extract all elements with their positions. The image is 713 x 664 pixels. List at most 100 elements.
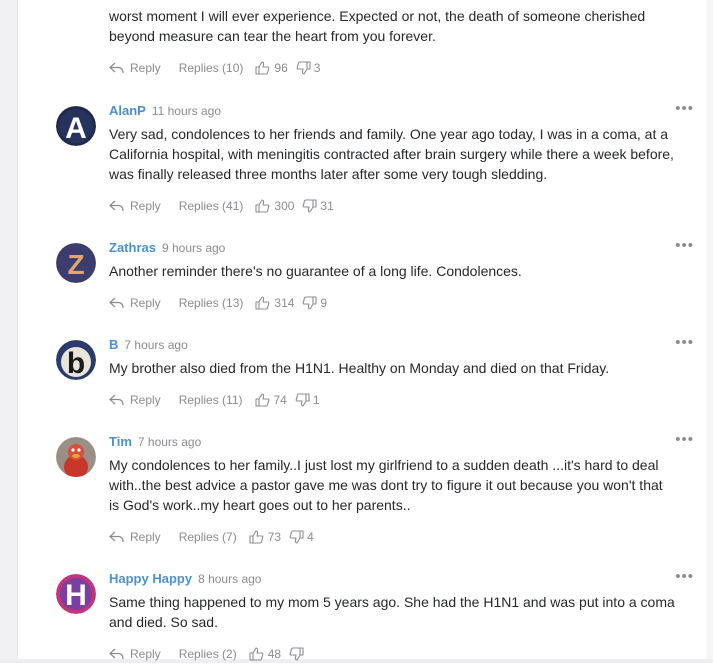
- thumbs-up-icon: [255, 61, 270, 75]
- reply-label: Reply: [130, 530, 161, 544]
- thumbs-up-icon: [249, 647, 264, 661]
- upvote-count: 73: [267, 530, 282, 544]
- comment-actions: Reply Replies (41) 300 31: [109, 196, 694, 216]
- upvote-count: 96: [274, 61, 288, 75]
- avatar[interactable]: Z: [56, 243, 96, 283]
- comment-timestamp: 9 hours ago: [161, 241, 226, 255]
- comment-actions: Reply Replies (7) 73 4: [109, 527, 694, 547]
- more-options-icon[interactable]: •••: [675, 101, 694, 116]
- comment-text-line: worst moment I will ever experience. Exp…: [109, 8, 646, 24]
- replies-button[interactable]: Replies (7): [179, 530, 237, 544]
- comment-text: My brother also died from the H1N1. Heal…: [109, 358, 694, 378]
- upvote-button[interactable]: 314: [255, 296, 294, 310]
- thumbs-up-icon: [255, 199, 270, 213]
- comment-text-line: My brother also died from the H1N1. Heal…: [109, 360, 610, 376]
- more-options-icon[interactable]: •••: [675, 335, 694, 350]
- more-options-icon[interactable]: •••: [675, 432, 694, 447]
- reply-icon: [109, 200, 124, 212]
- avatar[interactable]: H: [56, 574, 96, 614]
- thumbs-up-icon: [254, 393, 269, 407]
- downvote-button[interactable]: 4: [289, 530, 314, 544]
- downvote-button[interactable]: 3: [296, 61, 321, 75]
- downvote-button[interactable]: [289, 647, 307, 661]
- comment-timestamp: 8 hours ago: [198, 572, 262, 586]
- comment-text-line: Same thing happened to my mom 5 years ag…: [109, 594, 675, 610]
- avatar-letter-a-icon: A: [56, 106, 96, 146]
- thumbs-up-icon: [255, 296, 270, 310]
- thumbs-down-icon: [289, 530, 304, 544]
- reply-icon: [109, 648, 124, 660]
- comment-text-line: is God's work..my heart goes out to her …: [109, 497, 411, 513]
- left-page-edge: [0, 0, 18, 663]
- reply-button[interactable]: Reply: [109, 530, 161, 544]
- avatar-letter-h-icon: H: [56, 574, 96, 614]
- downvote-count: 3: [313, 61, 321, 75]
- comment-text: My condolences to her family..I just los…: [109, 455, 694, 515]
- comment-text: Another reminder there's no guarantee of…: [109, 261, 694, 281]
- reply-button[interactable]: Reply: [109, 61, 161, 75]
- svg-text:Z: Z: [67, 249, 84, 280]
- comment-actions: Reply Replies (11) 74 1: [109, 390, 694, 410]
- upvote-button[interactable]: 73: [249, 530, 281, 544]
- comment-actions: Reply Replies (2) 48: [109, 644, 694, 664]
- comment-timestamp: 7 hours ago: [124, 338, 188, 352]
- avatar[interactable]: A: [56, 106, 96, 146]
- replies-button[interactable]: Replies (13): [179, 296, 244, 310]
- reply-label: Reply: [130, 393, 161, 407]
- reply-label: Reply: [130, 647, 161, 661]
- thumbs-up-icon: [249, 530, 264, 544]
- comment-text-line: was finally released three months later …: [109, 166, 548, 182]
- reply-button[interactable]: Reply: [109, 393, 161, 407]
- comment-author[interactable]: AlanP: [109, 103, 146, 118]
- comment-text-line: with..the best advice a pastor gave me w…: [109, 477, 663, 493]
- comment-header: AlanP 11 hours ago: [109, 102, 694, 120]
- reply-button[interactable]: Reply: [109, 199, 161, 213]
- comment-timestamp: 11 hours ago: [151, 104, 222, 118]
- comment-header: Happy Happy 8 hours ago: [109, 570, 694, 588]
- comment-author[interactable]: Zathras: [109, 240, 156, 255]
- comment-actions: Reply Replies (13) 314 9: [109, 293, 694, 313]
- replies-button[interactable]: Replies (11): [179, 393, 243, 407]
- upvote-button[interactable]: 300: [255, 199, 294, 213]
- thumbs-down-icon: [289, 647, 304, 661]
- upvote-count: 300: [274, 199, 295, 213]
- upvote-count: 48: [267, 647, 282, 661]
- upvote-count: 74: [273, 393, 287, 407]
- more-options-icon[interactable]: •••: [675, 569, 694, 584]
- avatar[interactable]: [56, 437, 96, 477]
- svg-text:H: H: [65, 579, 87, 612]
- upvote-button[interactable]: 48: [249, 647, 281, 661]
- svg-text:A: A: [65, 112, 87, 145]
- comment-text-line: beyond measure can tear the heart from y…: [109, 28, 436, 44]
- replies-button[interactable]: Replies (10): [179, 61, 244, 75]
- comment-text-line: and died. So sad.: [109, 614, 218, 630]
- downvote-button[interactable]: 1: [295, 393, 320, 407]
- reply-button[interactable]: Reply: [109, 647, 161, 661]
- reply-label: Reply: [130, 296, 161, 310]
- comment-author[interactable]: Tim: [109, 434, 132, 449]
- replies-button[interactable]: Replies (41): [179, 199, 244, 213]
- comment-header: Zathras 9 hours ago: [109, 239, 694, 257]
- reply-icon: [109, 531, 124, 543]
- avatar-letter-z-icon: Z: [56, 243, 96, 283]
- upvote-button[interactable]: 74: [254, 393, 287, 407]
- thumbs-down-icon: [303, 296, 317, 310]
- reply-button[interactable]: Reply: [109, 296, 161, 310]
- comment-text-line: Another reminder there's no guarantee of…: [109, 263, 522, 279]
- comment-header: B 7 hours ago: [109, 336, 694, 354]
- downvote-count: 9: [320, 296, 328, 310]
- downvote-button[interactable]: 31: [302, 199, 334, 213]
- avatar[interactable]: b: [56, 340, 96, 380]
- comment-text: Very sad, condolences to her friends and…: [109, 124, 694, 184]
- comment-text-line: Very sad, condolences to her friends and…: [109, 126, 669, 142]
- reply-label: Reply: [130, 199, 161, 213]
- downvote-count: 1: [312, 393, 320, 407]
- avatar-photo-icon: [56, 437, 96, 477]
- downvote-button[interactable]: 9: [302, 296, 327, 310]
- comment-author[interactable]: Happy Happy: [109, 571, 192, 586]
- comment-text-line: My condolences to her family..I just los…: [109, 457, 659, 473]
- replies-button[interactable]: Replies (2): [179, 647, 237, 661]
- upvote-button[interactable]: 96: [255, 61, 288, 75]
- comment-author[interactable]: B: [109, 337, 118, 352]
- more-options-icon[interactable]: •••: [675, 238, 694, 253]
